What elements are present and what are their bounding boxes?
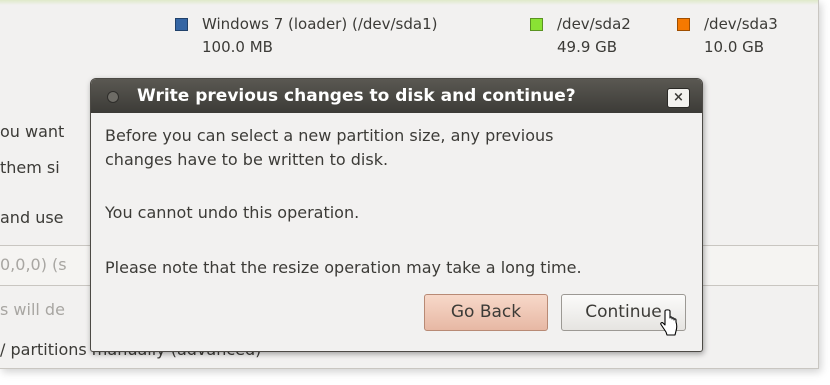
- close-button[interactable]: ×: [667, 88, 690, 108]
- legend-swatch: [530, 18, 543, 31]
- bg-option-text[interactable]: and use: [0, 208, 64, 227]
- dialog-title: Write previous changes to disk and conti…: [137, 86, 576, 106]
- dialog-warning: You cannot undo this operation.: [105, 203, 360, 222]
- legend-swatch: [175, 18, 188, 31]
- legend-size: 100.0 MB: [202, 38, 273, 56]
- window-top-edge: [0, 0, 818, 5]
- go-back-button[interactable]: Go Back: [424, 294, 548, 331]
- dialog-message-line: changes have to be written to disk.: [105, 150, 389, 169]
- window-menu-icon[interactable]: [107, 91, 119, 103]
- legend-name: /dev/sda3: [704, 15, 778, 33]
- legend-swatch: [677, 18, 690, 31]
- confirm-dialog: Write previous changes to disk and conti…: [90, 78, 703, 352]
- bg-hint-text: s will de: [0, 300, 65, 319]
- legend-size: 10.0 GB: [704, 38, 765, 56]
- dialog-titlebar[interactable]: Write previous changes to disk and conti…: [91, 79, 702, 113]
- dialog-message-line: Before you can select a new partition si…: [105, 126, 554, 145]
- legend-name: /dev/sda2: [557, 15, 631, 33]
- legend-name: Windows 7 (loader) (/dev/sda1): [202, 15, 438, 33]
- close-icon: ×: [673, 90, 684, 105]
- hand-cursor-icon: [660, 309, 678, 336]
- legend-size: 49.9 GB: [557, 38, 618, 56]
- bg-field-text: 0,0,0) (s: [0, 255, 67, 274]
- dialog-note: Please note that the resize operation ma…: [105, 258, 582, 277]
- bg-option-text[interactable]: ou want: [0, 122, 64, 141]
- bg-option-text[interactable]: them si: [0, 158, 60, 177]
